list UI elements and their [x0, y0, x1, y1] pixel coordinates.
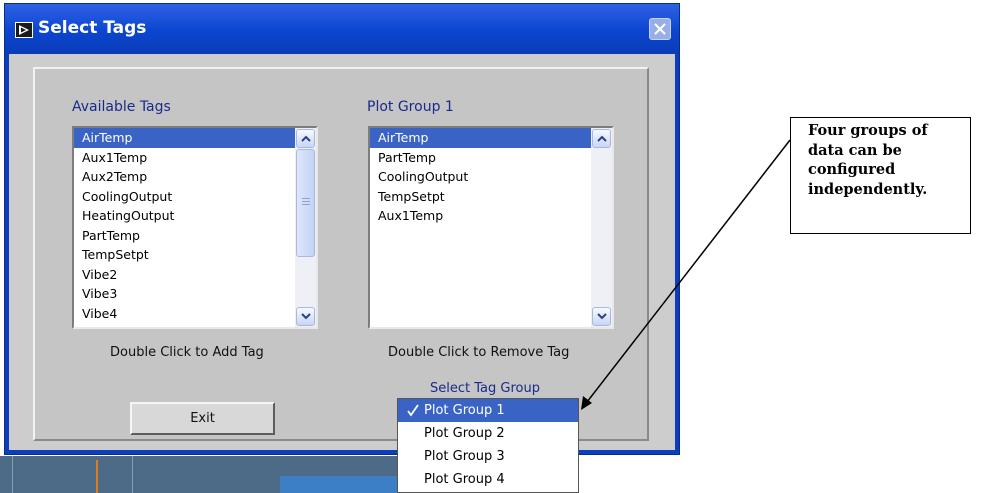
list-item[interactable]: CoolingOutput — [74, 187, 299, 207]
title-bar[interactable]: Select Tags — [5, 4, 679, 54]
strip-divider — [132, 456, 133, 493]
dropdown-option-label: Plot Group 4 — [424, 472, 505, 487]
dropdown-option[interactable]: Plot Group 4 — [398, 468, 578, 491]
select-tag-group-label: Select Tag Group — [430, 381, 540, 396]
available-tags-items: AirTemp Aux1Temp Aux2Temp CoolingOutput Heat… — [74, 128, 299, 323]
callout-line: independently. — [808, 180, 928, 198]
dropdown-option[interactable]: Plot Group 1 — [398, 399, 578, 422]
tag-panel: Available Tags AirTemp Aux1Temp Aux2Temp Co… — [33, 67, 649, 441]
list-item[interactable]: AirTemp — [370, 128, 595, 148]
list-item[interactable]: TempSetpt — [370, 187, 595, 207]
select-tags-dialog: Select Tags Available Tags AirTemp Aux1Te… — [4, 3, 680, 455]
plot-group-heading: Plot Group 1 — [367, 99, 454, 115]
list-item[interactable]: Aux1Temp — [74, 148, 299, 168]
list-item[interactable]: HeatingOutput — [74, 206, 299, 226]
background-taskbar-strip — [0, 456, 400, 493]
list-item[interactable]: Aux1Temp — [370, 206, 595, 226]
chevron-up-icon — [301, 135, 311, 142]
plot-group-listbox[interactable]: AirTemp PartTemp CoolingOutput TempSetpt Aux… — [368, 126, 614, 329]
add-tag-hint: Double Click to Add Tag — [110, 345, 264, 360]
callout-line: data can be — [808, 141, 902, 159]
plot-group-scrollbar[interactable] — [591, 128, 612, 327]
strip-marker — [96, 460, 98, 493]
available-tags-scrollbar[interactable] — [295, 128, 316, 327]
tag-group-dropdown[interactable]: Plot Group 1 Plot Group 2 Plot Group 3 Plot… — [397, 398, 579, 493]
chevron-down-icon — [597, 313, 607, 320]
scroll-down-button[interactable] — [592, 307, 611, 326]
chevron-up-icon — [597, 135, 607, 142]
callout-line: configured — [808, 161, 896, 178]
dropdown-option-label: Plot Group 2 — [424, 426, 505, 441]
scroll-thumb[interactable] — [296, 149, 315, 257]
available-tags-heading: Available Tags — [72, 99, 171, 115]
list-item[interactable]: PartTemp — [370, 148, 595, 168]
annotation-callout: Four groups of data can be configured indep… — [790, 117, 971, 234]
remove-tag-hint: Double Click to Remove Tag — [388, 345, 570, 360]
close-icon — [654, 23, 666, 35]
plot-group-items: AirTemp PartTemp CoolingOutput TempSetpt Aux… — [370, 128, 595, 226]
close-button[interactable] — [649, 18, 671, 40]
list-item[interactable]: Vibe2 — [74, 265, 299, 285]
list-item[interactable]: TempSetpt — [74, 245, 299, 265]
exit-button[interactable]: Exit — [130, 402, 275, 435]
available-tags-listbox[interactable]: AirTemp Aux1Temp Aux2Temp CoolingOutput Heat… — [72, 126, 318, 329]
scroll-up-button[interactable] — [592, 129, 611, 148]
scroll-down-button[interactable] — [296, 307, 315, 326]
list-item[interactable]: AirTemp — [74, 128, 299, 148]
dropdown-option[interactable]: Plot Group 2 — [398, 422, 578, 445]
list-item[interactable]: Vibe3 — [74, 284, 299, 304]
dropdown-option[interactable]: Plot Group 3 — [398, 445, 578, 468]
dialog-client-area: Available Tags AirTemp Aux1Temp Aux2Temp Co… — [9, 54, 675, 450]
chevron-down-icon — [301, 313, 311, 320]
callout-line: Four groups of — [808, 122, 928, 139]
strip-divider — [12, 456, 13, 493]
dropdown-option-label: Plot Group 1 — [424, 403, 505, 418]
window-title: Select Tags — [38, 18, 147, 38]
list-item[interactable]: Vibe4 — [74, 304, 299, 324]
scroll-up-button[interactable] — [296, 129, 315, 148]
checkmark-icon — [407, 404, 419, 417]
dropdown-option-label: Plot Group 3 — [424, 449, 505, 464]
list-item[interactable]: PartTemp — [74, 226, 299, 246]
strip-blue-area — [280, 476, 400, 493]
list-item[interactable]: CoolingOutput — [370, 167, 595, 187]
list-item[interactable]: Aux2Temp — [74, 167, 299, 187]
labview-run-icon — [15, 22, 33, 38]
